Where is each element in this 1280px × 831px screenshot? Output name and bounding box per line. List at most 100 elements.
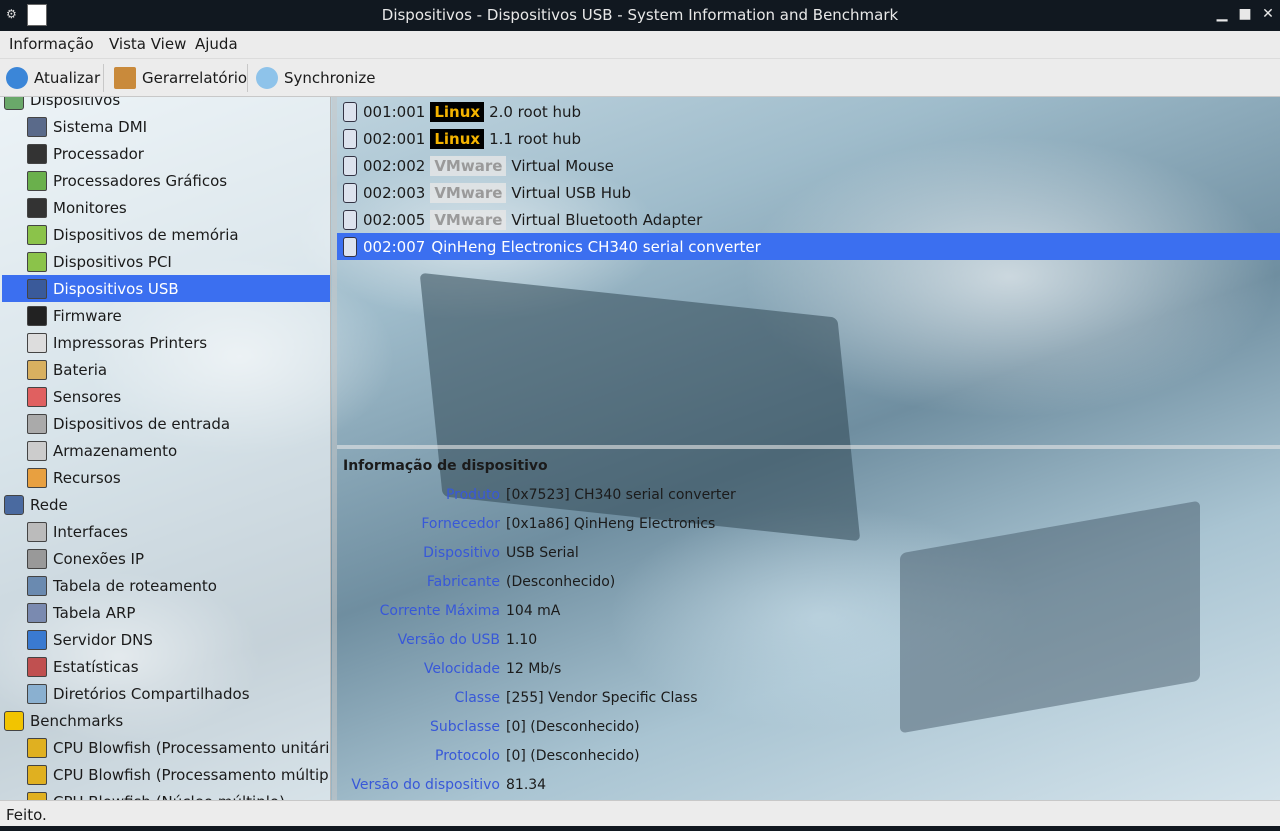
usb-device-id: 002:003 xyxy=(363,183,426,202)
sidebar-item[interactable]: Sensores xyxy=(27,383,121,410)
benchmark-icon xyxy=(4,710,24,731)
device-info-key: Dispositivo xyxy=(423,545,500,561)
sidebar-item-label: Sensores xyxy=(53,387,122,406)
bottom-edge xyxy=(0,826,1280,831)
device-info-row: Velocidade 12 Mb/s xyxy=(337,661,1280,681)
device-info-value: (Desconhecido) xyxy=(506,574,616,590)
title-bar: ⚙ Dispositivos - Dispositivos USB - Syst… xyxy=(0,0,1280,31)
firmware-icon xyxy=(27,305,47,326)
menu-bar: Informação Vista View Ajuda xyxy=(0,31,1280,59)
devices-icon xyxy=(4,97,24,110)
sidebar-item[interactable]: Processador xyxy=(27,140,144,167)
sidebar-item[interactable]: Dispositivos PCI xyxy=(27,248,172,275)
sidebar-item[interactable]: Monitores xyxy=(27,194,127,221)
device-info-key: Fornecedor xyxy=(421,516,500,532)
report-icon xyxy=(114,67,136,89)
sidebar-item[interactable]: Estatísticas xyxy=(27,653,139,680)
device-info-row: Corrente Máxima 104 mA xyxy=(337,603,1280,623)
sidebar-item[interactable]: Dispositivos de memória xyxy=(27,221,239,248)
sidebar-item-label: Impressoras Printers xyxy=(53,333,208,352)
blowfish-icon xyxy=(27,764,47,785)
device-info-key: Versão do USB xyxy=(397,632,500,648)
pci-icon xyxy=(27,251,47,272)
arp-icon xyxy=(27,602,47,623)
resources-icon xyxy=(27,467,47,488)
synchronize-label: Synchronize xyxy=(284,69,376,87)
sidebar-item[interactable]: Interfaces xyxy=(27,518,128,545)
usb-device-row[interactable]: 002:007 QinHeng Electronics CH340 serial … xyxy=(337,233,1280,260)
sidebar-item[interactable]: Conexões IP xyxy=(27,545,144,572)
refresh-label: Atualizar xyxy=(34,69,101,87)
sidebar-item-label: Sistema DMI xyxy=(53,117,148,136)
sidebar-item[interactable]: Firmware xyxy=(27,302,122,329)
sidebar-item[interactable]: Armazenamento xyxy=(27,437,177,464)
sidebar-item[interactable]: Tabela ARP xyxy=(27,599,135,626)
usb-device-row[interactable]: 002:001 Linux 1.1 root hub xyxy=(337,125,1280,152)
sidebar-item[interactable]: Impressoras Printers xyxy=(27,329,207,356)
monitor-icon xyxy=(27,197,47,218)
sidebar-item[interactable]: Processadores Gráficos xyxy=(27,167,227,194)
usb-icon xyxy=(343,128,357,149)
sidebar-item[interactable]: CPU Blowfish (Processamento múltiplo) xyxy=(27,761,330,788)
device-info-row: Protocolo [0] (Desconhecido) xyxy=(337,748,1280,768)
sidebar-item[interactable]: Servidor DNS xyxy=(27,626,153,653)
sidebar-item[interactable]: Benchmarks xyxy=(4,707,123,734)
usb-device-row[interactable]: 001:001 Linux 2.0 root hub xyxy=(337,98,1280,125)
status-text: Feito. xyxy=(6,806,47,824)
usb-device-name: Virtual Mouse xyxy=(511,156,614,175)
usb-device-id: 002:005 xyxy=(363,210,426,229)
device-info-value: [0x1a86] QinHeng Electronics xyxy=(506,516,716,532)
menu-view[interactable]: Vista View xyxy=(109,35,186,53)
vendor-badge: VMware xyxy=(430,182,507,203)
device-info-row: Fornecedor [0x1a86] QinHeng Electronics xyxy=(337,516,1280,536)
sidebar-item[interactable]: Dispositivos xyxy=(4,97,120,113)
menu-help[interactable]: Ajuda xyxy=(195,35,238,53)
sidebar-item-label: Tabela ARP xyxy=(53,603,136,622)
interface-icon xyxy=(27,521,47,542)
refresh-button[interactable]: Atualizar xyxy=(6,66,100,90)
menu-informacao[interactable]: Informação xyxy=(9,35,94,53)
usb-device-id: 002:001 xyxy=(363,129,426,148)
device-info-key: Fabricante xyxy=(426,574,500,590)
sidebar-item-label: Tabela de roteamento xyxy=(53,576,217,595)
sidebar-item[interactable]: Dispositivos USB xyxy=(2,275,330,302)
vendor-badge: Linux xyxy=(430,101,485,122)
usb-device-name: 2.0 root hub xyxy=(489,102,582,121)
sidebar-item[interactable]: CPU Blowfish (Processamento unitário) xyxy=(27,734,330,761)
sidebar-item[interactable]: Bateria xyxy=(27,356,107,383)
usb-icon xyxy=(343,101,357,122)
computer-icon xyxy=(27,116,47,137)
usb-device-row[interactable]: 002:002 VMware Virtual Mouse xyxy=(337,152,1280,179)
sidebar-item[interactable]: Tabela de roteamento xyxy=(27,572,217,599)
usb-device-row[interactable]: 002:005 VMware Virtual Bluetooth Adapter xyxy=(337,206,1280,233)
sidebar-item-label: Firmware xyxy=(53,306,122,325)
blowfish-icon xyxy=(27,737,47,758)
sidebar-item[interactable]: Rede xyxy=(4,491,68,518)
sidebar-item[interactable]: Sistema DMI xyxy=(27,113,147,140)
sidebar-item-label: Armazenamento xyxy=(53,441,178,460)
routing-icon xyxy=(27,575,47,596)
device-info-value: 81.34 xyxy=(506,777,547,793)
synchronize-button[interactable]: Synchronize xyxy=(256,66,375,90)
close-button[interactable]: ✕ xyxy=(1260,6,1276,22)
refresh-icon xyxy=(6,67,28,89)
sidebar-item[interactable]: CPU Blowfish (Núcleo múltiplo) xyxy=(27,788,285,800)
device-info-key: Subclasse xyxy=(429,719,500,735)
device-info-value: [0x7523] CH340 serial converter xyxy=(506,487,736,503)
sidebar-tree[interactable]: Dispositivos Sistema DMI Processador Proces… xyxy=(0,97,331,800)
sidebar-item[interactable]: Dispositivos de entrada xyxy=(27,410,230,437)
device-info-row: Fabricante (Desconhecido) xyxy=(337,574,1280,594)
usb-device-row[interactable]: 002:003 VMware Virtual USB Hub xyxy=(337,179,1280,206)
report-button[interactable]: Gerarrelatório xyxy=(114,66,247,90)
usb-device-list[interactable]: 001:001 Linux 2.0 root hub 002:001 Linux 1.1 … xyxy=(337,97,1280,447)
sidebar-item-label: Estatísticas xyxy=(53,657,139,676)
maximize-button[interactable]: ■ xyxy=(1237,6,1253,22)
device-info-value: 12 Mb/s xyxy=(506,661,562,677)
cpu-icon xyxy=(27,143,47,164)
thermometer-icon xyxy=(27,386,47,407)
sidebar-item[interactable]: Diretórios Compartilhados xyxy=(27,680,250,707)
sidebar-item[interactable]: Recursos xyxy=(27,464,121,491)
sidebar-item-label: Dispositivos USB xyxy=(53,279,179,298)
plug-icon xyxy=(27,548,47,569)
minimize-button[interactable]: ▁ xyxy=(1214,6,1230,22)
